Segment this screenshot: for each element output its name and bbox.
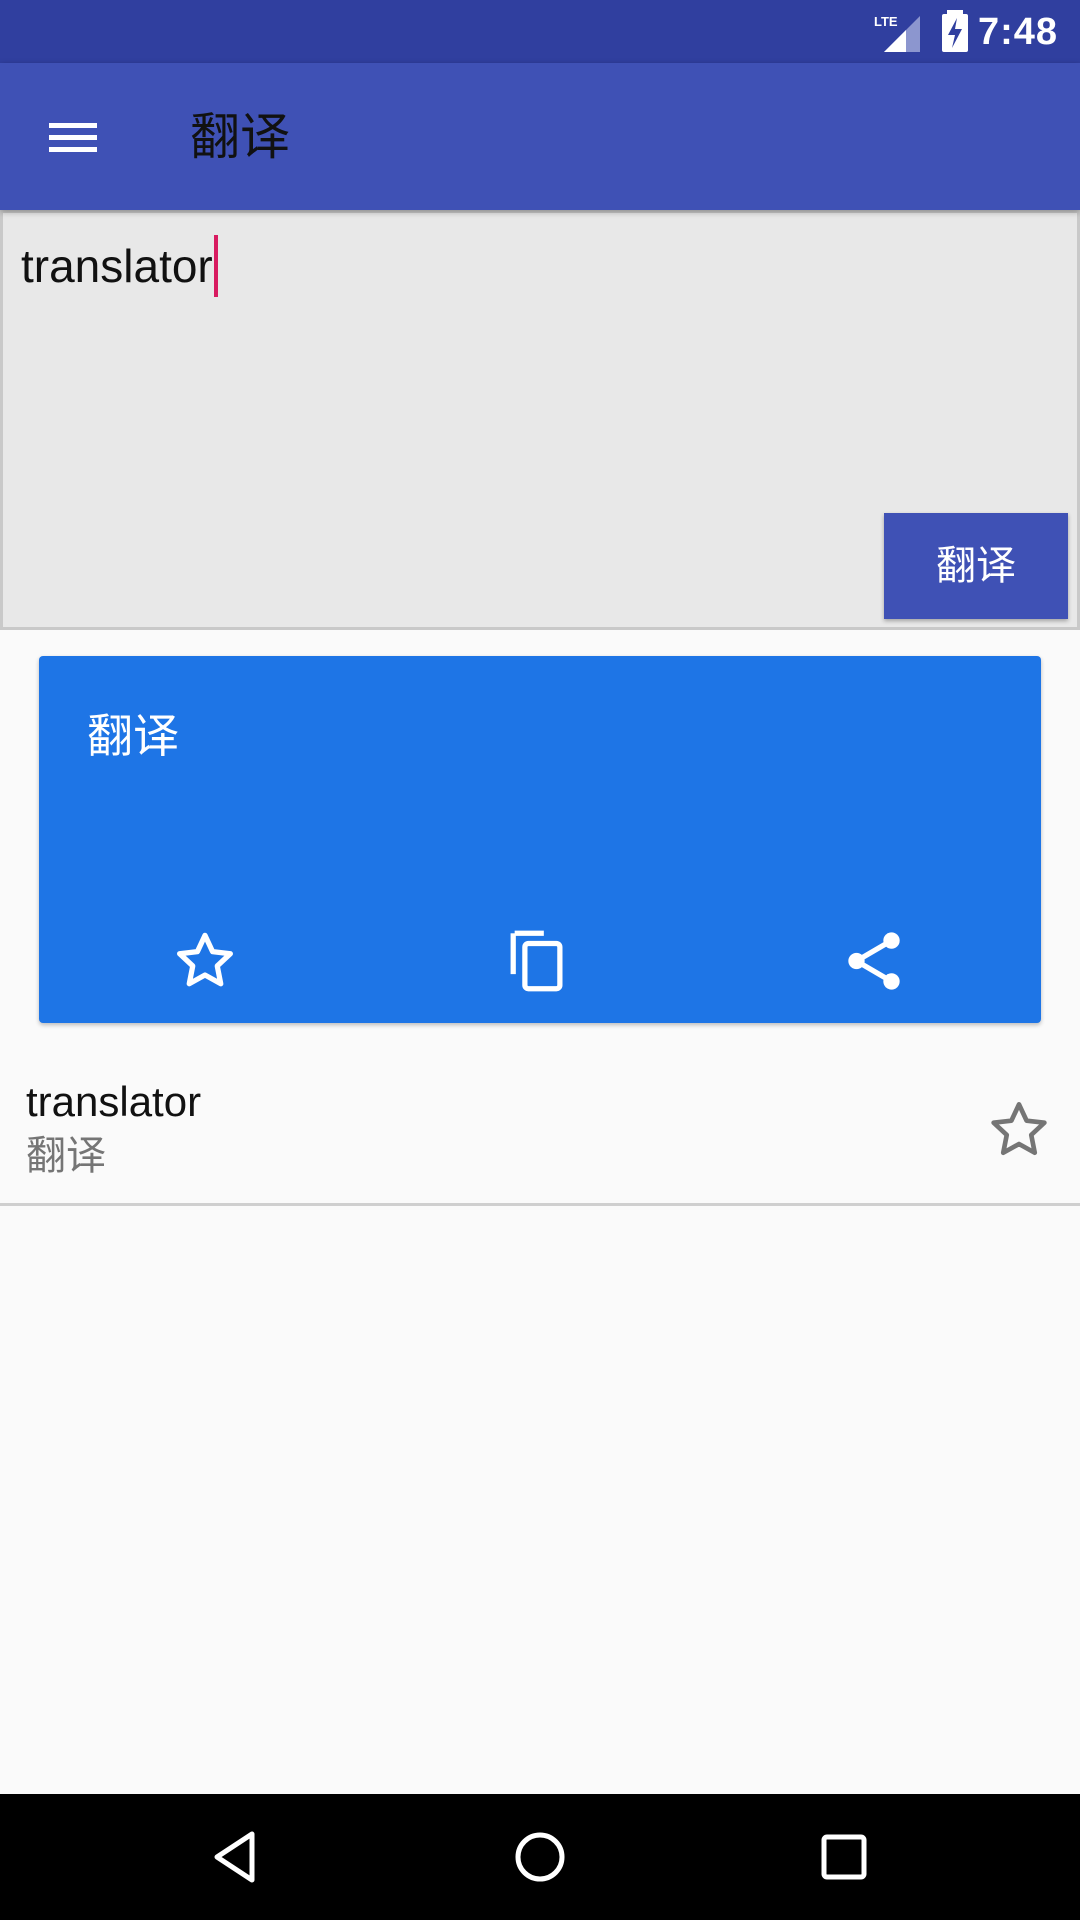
history-list-item[interactable]: translator 翻译	[0, 1058, 1080, 1206]
input-value: translator	[21, 240, 213, 292]
home-icon	[515, 1832, 565, 1882]
copy-button[interactable]	[503, 926, 573, 996]
hamburger-menu-icon	[49, 123, 97, 152]
history-word: translator	[26, 1078, 202, 1125]
battery-charging-icon	[942, 10, 968, 52]
text-caret	[213, 235, 218, 297]
home-button[interactable]	[505, 1822, 575, 1892]
copy-icon	[510, 930, 563, 992]
recents-button[interactable]	[809, 1822, 879, 1892]
history-translation: 翻译	[26, 1133, 106, 1179]
status-bar: LTE 7:48	[0, 0, 1080, 63]
recents-icon	[821, 1834, 867, 1880]
back-icon	[214, 1831, 255, 1883]
back-button[interactable]	[203, 1822, 273, 1892]
page-title: 翻译	[190, 108, 290, 166]
system-nav-bar	[0, 1794, 1080, 1920]
history-favorite-button[interactable]	[984, 1095, 1054, 1165]
svg-text:LTE: LTE	[874, 14, 898, 29]
app-bar: 翻译	[0, 63, 1080, 210]
app-screen: LTE 7:48 翻译 translator 翻译 翻译 translator …	[0, 0, 1080, 1920]
translation-result-text: 翻译	[87, 709, 179, 763]
translation-result-card: 翻译	[39, 656, 1041, 1023]
star-outline-icon	[991, 1102, 1047, 1156]
star-outline-icon	[177, 932, 233, 987]
menu-button[interactable]	[40, 107, 106, 167]
favorite-button[interactable]	[170, 926, 240, 996]
share-icon	[848, 932, 900, 990]
share-button[interactable]	[839, 926, 909, 996]
text-input[interactable]: translator	[21, 235, 218, 297]
lte-signal-icon: LTE	[874, 14, 920, 52]
status-time: 7:48	[977, 11, 1058, 53]
translate-button[interactable]: 翻译	[884, 513, 1068, 619]
text-input-area[interactable]: translator 翻译	[0, 210, 1080, 630]
